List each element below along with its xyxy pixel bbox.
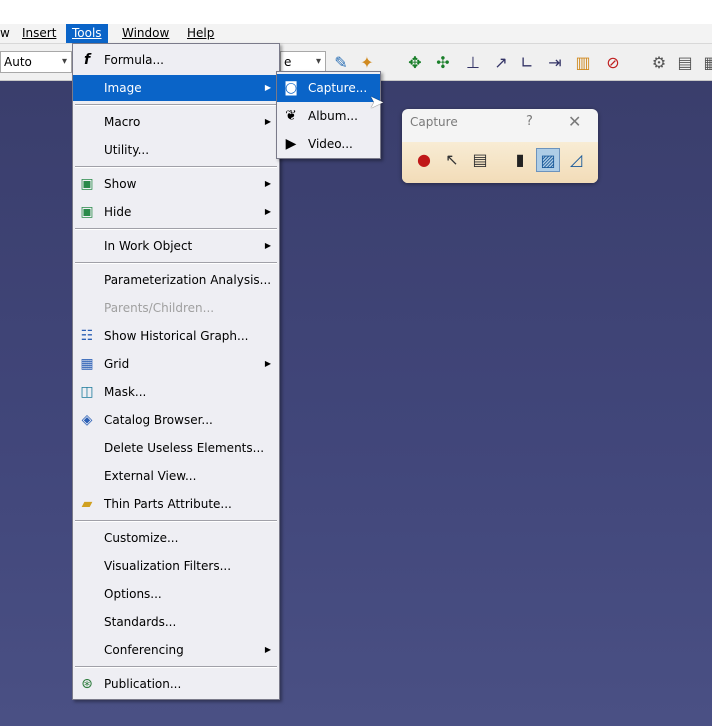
- menu-separator: [75, 228, 277, 230]
- menu-insert[interactable]: Insert: [16, 24, 62, 43]
- menu-tools[interactable]: Tools: [66, 24, 108, 43]
- video-camera-icon: ▶: [285, 136, 297, 152]
- submenu-arrow-icon: ▶: [264, 179, 271, 188]
- grid-icon: ▦: [80, 356, 94, 372]
- menu-item-thin-parts[interactable]: ▰ Thin Parts Attribute...: [73, 491, 279, 517]
- mask-cube-icon: ◫: [80, 384, 94, 400]
- options-sheet-icon[interactable]: ▤: [468, 148, 492, 172]
- capture-toolbar: Capture ? ✕ ● ↖ ▤ ▮ ▨ ◿: [402, 109, 598, 183]
- album-book-icon: ❦: [285, 108, 297, 124]
- capture-toolbar-title: Capture: [410, 115, 458, 129]
- menu-item-standards[interactable]: Standards...: [73, 609, 279, 635]
- menu-item-visualization-filters[interactable]: Visualization Filters...: [73, 553, 279, 579]
- tools-menu: f Formula... Image ▶ Macro ▶ Utility... …: [72, 43, 280, 700]
- help-icon[interactable]: ?: [526, 114, 533, 129]
- chevron-down-icon: ▾: [315, 56, 321, 67]
- menu-separator: [75, 262, 277, 264]
- menu-item-show-historical[interactable]: ☷ Show Historical Graph...: [73, 323, 279, 349]
- line-icon[interactable]: ↗: [490, 52, 512, 74]
- menu-item-conferencing[interactable]: Conferencing ▶: [73, 637, 279, 663]
- more-icon[interactable]: ▦: [700, 52, 712, 74]
- close-icon[interactable]: ✕: [568, 112, 581, 131]
- menu-item-formula[interactable]: f Formula...: [73, 47, 279, 73]
- menu-item-delete-useless[interactable]: Delete Useless Elements...: [73, 435, 279, 461]
- menu-item-show[interactable]: ▣ Show ▶: [73, 171, 279, 197]
- submenu-arrow-icon: ▶: [264, 645, 271, 654]
- capture-toolbar-buttons: ● ↖ ▤ ▮ ▨ ◿: [402, 142, 598, 183]
- menu-item-publication[interactable]: ⊛ Publication...: [73, 671, 279, 697]
- image-mode-icon[interactable]: ▨: [536, 148, 560, 172]
- combo-auto[interactable]: Auto ▾: [0, 51, 72, 73]
- show-icon: ▣: [80, 176, 94, 192]
- pan-icon[interactable]: ✥: [404, 52, 426, 74]
- camera-icon: ◙: [284, 80, 298, 96]
- submenu-arrow-icon: ▶: [264, 241, 271, 250]
- dim-icon[interactable]: ⇥: [544, 52, 566, 74]
- menu-separator: [75, 666, 277, 668]
- submenu-arrow-icon: ▶: [264, 117, 271, 126]
- menu-item-image[interactable]: Image ▶: [73, 75, 279, 101]
- menu-item-mask[interactable]: ◫ Mask...: [73, 379, 279, 405]
- menu-item-grid[interactable]: ▦ Grid ▶: [73, 351, 279, 377]
- menu-item-utility[interactable]: Utility...: [73, 137, 279, 163]
- menu-item-video[interactable]: ▶ Video...: [277, 130, 380, 158]
- catalog-book-icon: ◈: [81, 412, 93, 428]
- no-entry-icon[interactable]: ⊘: [602, 52, 624, 74]
- area-select-icon[interactable]: ◿: [564, 148, 588, 172]
- submenu-arrow-icon: ▶: [264, 359, 271, 368]
- publication-globe-icon: ⊛: [81, 676, 93, 692]
- menu-separator: [75, 166, 277, 168]
- formula-icon: f: [83, 52, 91, 68]
- menu-bar: w Insert Tools Window Help: [0, 24, 712, 44]
- menu-help[interactable]: Help: [181, 24, 220, 43]
- axis-icon[interactable]: ⊥: [462, 52, 484, 74]
- menu-window[interactable]: Window: [116, 24, 175, 43]
- menu-item-album[interactable]: ❦ Album...: [277, 102, 380, 130]
- menu-separator: [75, 520, 277, 522]
- combo-style[interactable]: e ▾: [280, 51, 326, 73]
- menu-view-partial[interactable]: w: [0, 24, 16, 43]
- menu-item-external-view[interactable]: External View...: [73, 463, 279, 489]
- mouse-cursor-icon: ➤: [369, 92, 385, 113]
- menu-item-parents-children: Parents/Children...: [104, 301, 215, 315]
- album-icon[interactable]: ▮: [508, 148, 532, 172]
- menu-item-parameterization[interactable]: Parameterization Analysis...: [73, 267, 279, 293]
- submenu-arrow-icon: ▶: [264, 83, 271, 92]
- record-icon[interactable]: ●: [412, 148, 436, 172]
- settings-icon[interactable]: ⚙: [648, 52, 670, 74]
- hide-icon: ▣: [80, 204, 94, 220]
- angle-icon[interactable]: ∟: [516, 52, 538, 74]
- rotate-icon[interactable]: ✣: [432, 52, 454, 74]
- image-submenu: ◙ Capture... ❦ Album... ▶ Video...: [276, 71, 381, 159]
- menu-item-macro[interactable]: Macro ▶: [73, 109, 279, 135]
- menu-item-customize[interactable]: Customize...: [73, 525, 279, 551]
- measure-icon[interactable]: ▥: [572, 52, 594, 74]
- submenu-arrow-icon: ▶: [264, 207, 271, 216]
- sheet-icon[interactable]: ▤: [674, 52, 696, 74]
- menu-separator: [75, 104, 277, 106]
- menu-item-catalog[interactable]: ◈ Catalog Browser...: [73, 407, 279, 433]
- window-top-area: [0, 0, 712, 24]
- menu-item-options[interactable]: Options...: [73, 581, 279, 607]
- menu-item-in-work-object[interactable]: In Work Object ▶: [73, 233, 279, 259]
- select-arrow-icon[interactable]: ↖: [440, 148, 464, 172]
- menu-item-hide[interactable]: ▣ Hide ▶: [73, 199, 279, 225]
- thin-parts-icon: ▰: [81, 496, 93, 512]
- menu-item-capture[interactable]: ◙ Capture...: [277, 74, 380, 102]
- tree-graph-icon: ☷: [80, 328, 94, 344]
- chevron-down-icon: ▾: [61, 56, 67, 67]
